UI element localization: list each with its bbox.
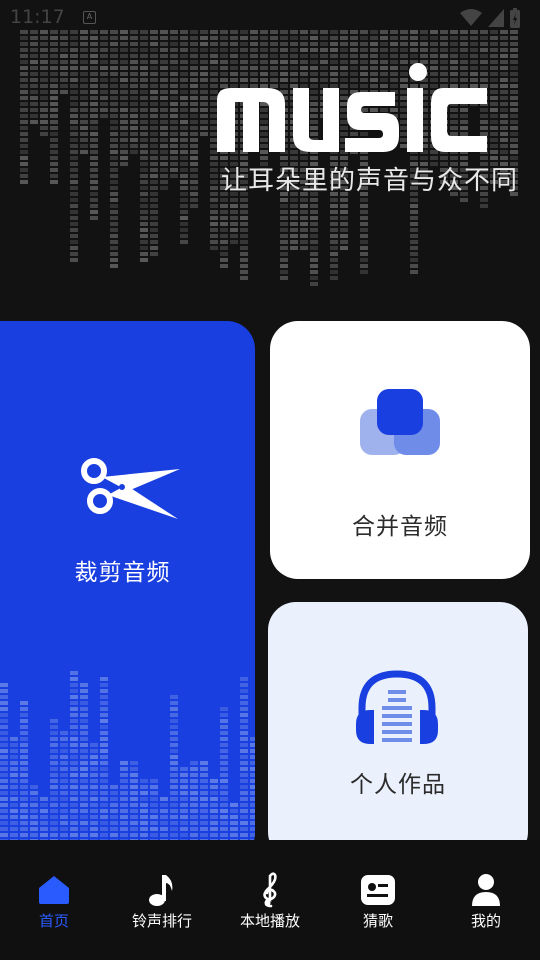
bottom-navigation: 首页 铃声排行 本地播放 猜歌 我的 <box>0 840 540 960</box>
my-works-card[interactable]: 个人作品 <box>268 602 528 860</box>
scissors-icon <box>81 458 180 519</box>
nav-ringtone-ranking[interactable]: 铃声排行 <box>108 840 216 960</box>
hero-banner: 让耳朵里的声音与众不同 <box>0 0 540 300</box>
merge-audio-card[interactable]: 合并音频 <box>270 321 530 579</box>
status-time: 11:17 <box>10 6 65 28</box>
cellular-icon <box>488 9 504 27</box>
nav-home-label: 首页 <box>38 912 69 930</box>
status-icons <box>460 8 520 28</box>
cut-audio-card[interactable]: 裁剪音频 <box>0 321 255 861</box>
notification-icon: A <box>83 11 96 24</box>
nav-mine-label: 我的 <box>470 912 501 930</box>
nav-local-play-label: 本地播放 <box>239 912 300 930</box>
wifi-icon <box>460 9 482 26</box>
my-works-label: 个人作品 <box>350 772 446 798</box>
nav-home[interactable]: 首页 <box>0 840 108 960</box>
status-bar: 11:17 A <box>0 0 540 36</box>
music-logo <box>217 63 487 152</box>
hero-subtitle: 让耳朵里的声音与众不同 <box>221 166 519 196</box>
home-icon <box>36 872 72 908</box>
nav-local-play[interactable]: 本地播放 <box>216 840 324 960</box>
treble-clef-icon <box>252 872 288 908</box>
cut-audio-label: 裁剪音频 <box>74 560 171 586</box>
merge-icon <box>360 389 440 455</box>
user-icon <box>468 872 504 908</box>
merge-audio-label: 合并音频 <box>352 514 448 540</box>
battery-icon <box>510 8 520 28</box>
quiz-card-icon <box>360 872 396 908</box>
nav-mine[interactable]: 我的 <box>432 840 540 960</box>
equalizer-decoration <box>0 671 255 861</box>
headphones-icon <box>356 670 438 744</box>
nav-ringtone-ranking-label: 铃声排行 <box>131 912 192 930</box>
music-note-icon <box>144 872 180 908</box>
nav-guess-song-label: 猜歌 <box>362 912 393 930</box>
nav-guess-song[interactable]: 猜歌 <box>324 840 432 960</box>
